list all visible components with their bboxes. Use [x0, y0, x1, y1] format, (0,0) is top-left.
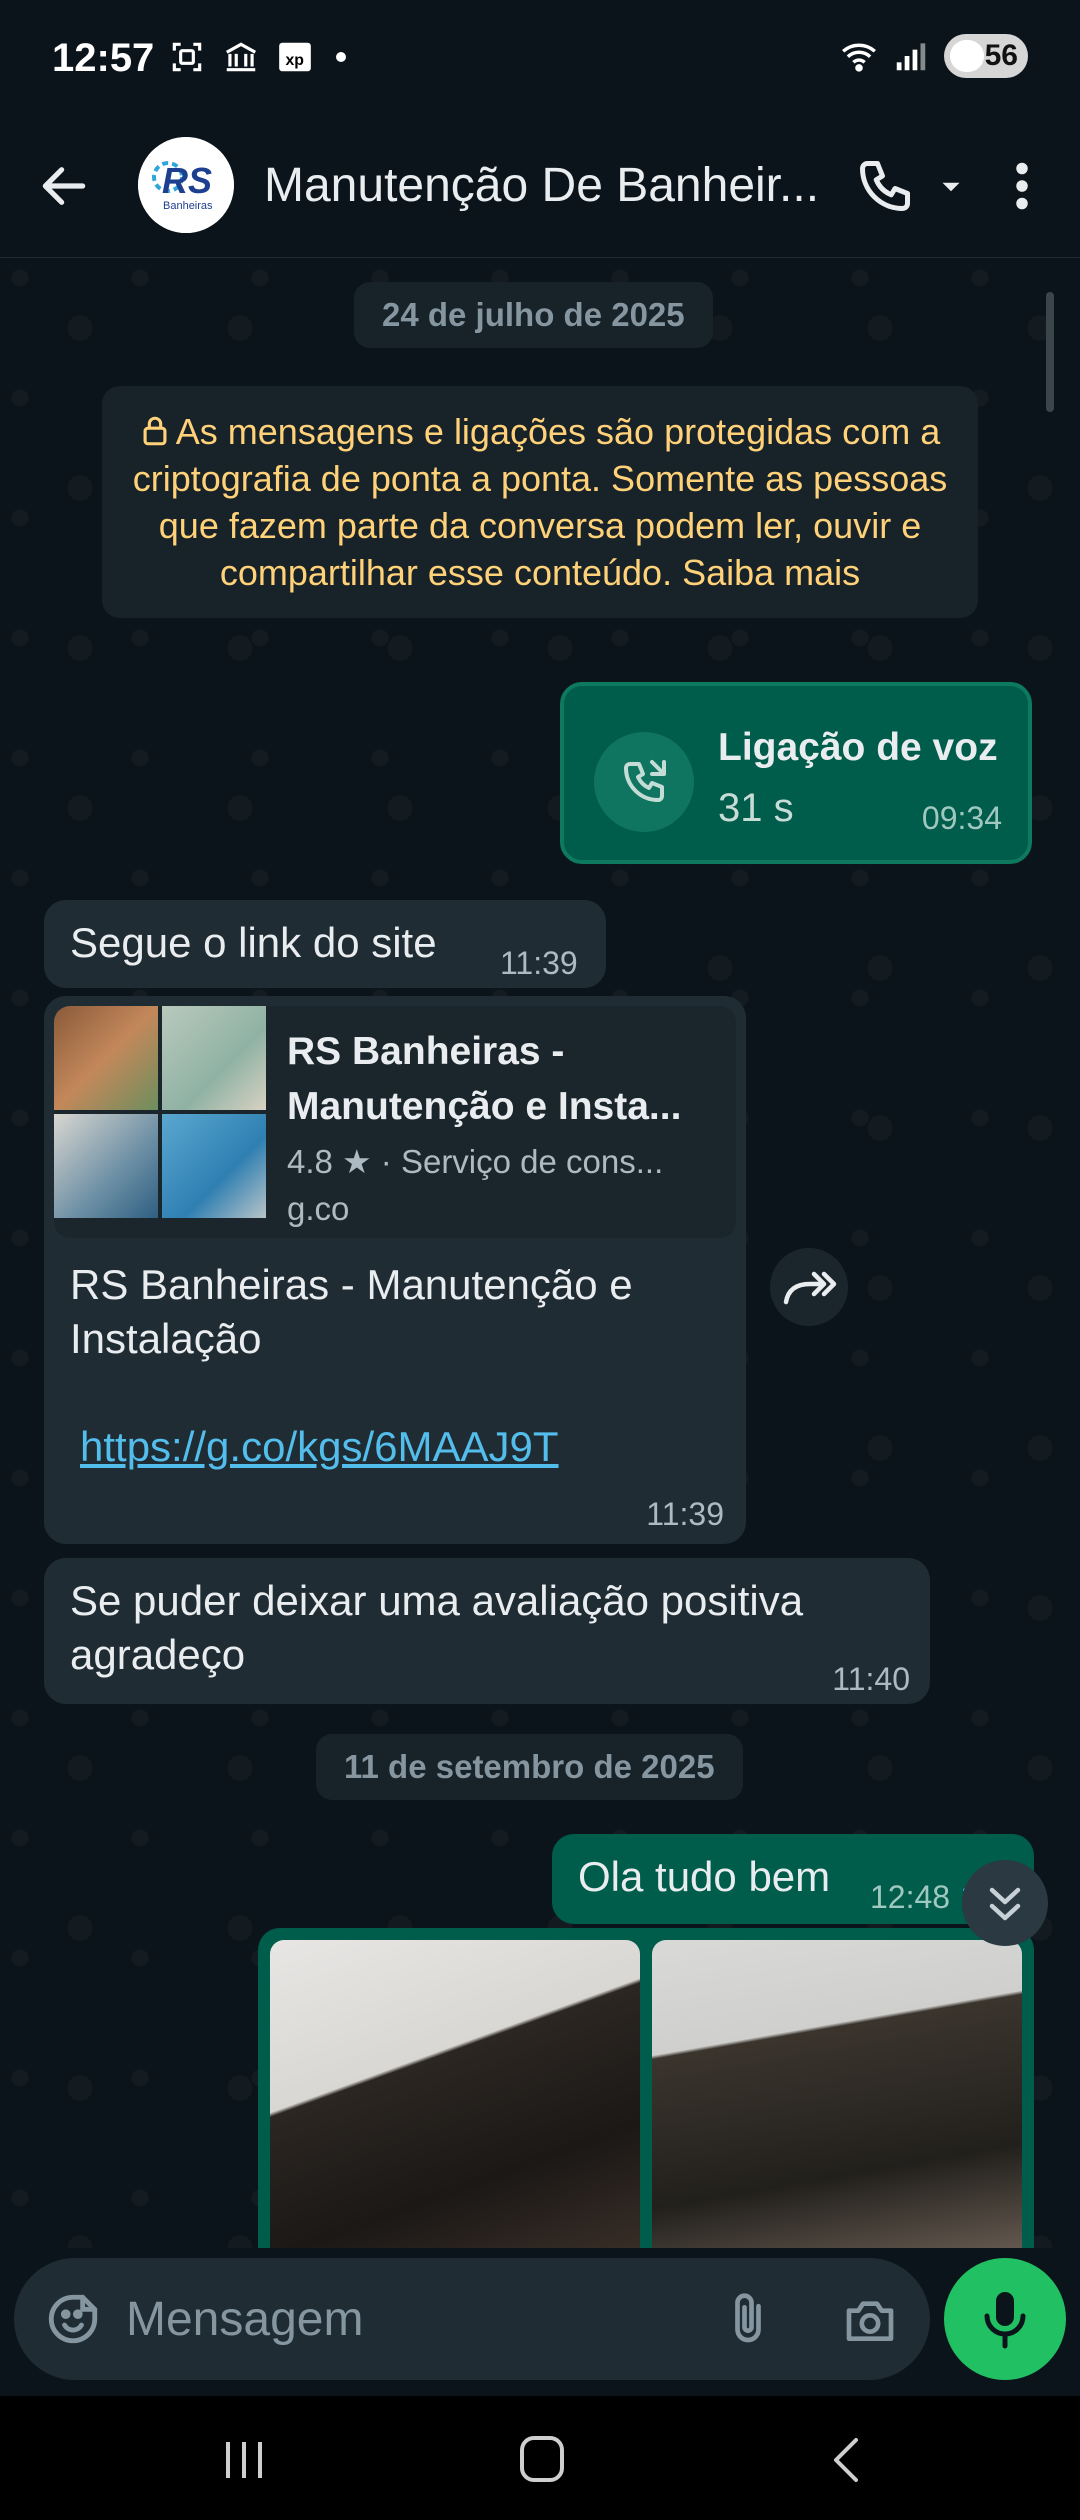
rs-logo-icon: RS Banheiras — [138, 137, 234, 233]
chat-messages[interactable]: 24 de julho de 2025 As mensagens e ligaç… — [0, 258, 1080, 2248]
photo-thumbnail[interactable] — [270, 1940, 640, 2248]
message-time: 11:40 — [832, 1661, 910, 1697]
message-line: agradeço — [70, 1631, 246, 1678]
message-text: Segue o link do site — [70, 919, 437, 966]
contact-name[interactable]: Manutenção De Banheir... — [264, 158, 834, 213]
message-text: Ola tudo bem — [578, 1853, 831, 1900]
svg-text:RS: RS — [162, 160, 212, 201]
incoming-message[interactable]: Segue o link do site 11:39 — [44, 900, 606, 988]
encryption-notice[interactable]: As mensagens e ligações são protegidas c… — [102, 386, 978, 618]
nav-back-icon[interactable] — [826, 2436, 866, 2484]
call-title: Ligação de voz — [718, 726, 998, 769]
date-separator: 24 de julho de 2025 — [354, 282, 713, 348]
system-navigation-bar — [0, 2396, 1080, 2520]
battery-indicator: 56 — [944, 34, 1028, 78]
status-system-icons: 56 — [840, 34, 1028, 78]
more-notifications-dot — [336, 52, 346, 62]
link-preview-title: RS Banheiras - Manutenção e Insta... — [287, 1024, 717, 1134]
contact-avatar[interactable]: RS Banheiras — [138, 137, 234, 233]
more-options-icon[interactable] — [1000, 156, 1044, 216]
link-preview-domain: g.co — [287, 1190, 350, 1227]
message-text: RS Banheiras - Manutenção e Instalação h… — [70, 1258, 710, 1474]
scrollbar[interactable] — [1046, 292, 1054, 412]
message-time: 09:34 — [921, 800, 1002, 836]
svg-text:Banheiras: Banheiras — [163, 200, 213, 212]
message-time: 11:39 — [646, 1496, 724, 1532]
svg-text:xp: xp — [286, 52, 305, 69]
photo-thumbnail[interactable] — [652, 1940, 1022, 2248]
forward-icon — [783, 1271, 837, 1305]
scroll-to-bottom-button[interactable] — [962, 1860, 1048, 1946]
voice-call-icon[interactable] — [855, 156, 915, 216]
chat-header: RS Banheiras Manutenção De Banheir... — [0, 120, 1080, 258]
message-placeholder: Mensagem — [126, 2293, 364, 2346]
battery-level: 56 — [984, 39, 1018, 72]
link-title-line: RS Banheiras - — [287, 1030, 565, 1073]
incoming-message[interactable]: Se puder deixar uma avaliação positiva a… — [44, 1558, 930, 1704]
encryption-notice-text: As mensagens e ligações são protegidas c… — [132, 411, 948, 593]
voice-message-button[interactable] — [944, 2258, 1066, 2380]
message-composer: Mensagem — [0, 2248, 1080, 2396]
message-line: RS Banheiras - Manutenção e — [70, 1261, 633, 1308]
sticker-emoji-icon[interactable] — [44, 2290, 102, 2348]
photo-album-message[interactable] — [258, 1928, 1034, 2248]
lock-icon — [143, 416, 167, 446]
message-time: 11:39 — [500, 945, 578, 981]
screenshot-icon — [172, 42, 202, 72]
voice-call-message[interactable]: Ligação de voz 31 s 09:34 — [560, 682, 1032, 864]
message-url-link[interactable]: https://g.co/kgs/6MAAJ9T — [80, 1423, 559, 1470]
status-bar: 12:57 xp 56 — [0, 0, 1080, 120]
link-preview-message[interactable]: RS Banheiras - Manutenção e Insta... 4.8… — [44, 996, 746, 1544]
status-notification-icons: xp — [168, 38, 346, 76]
xp-app-icon: xp — [279, 42, 311, 72]
link-preview-image — [54, 1006, 266, 1218]
wifi-icon — [842, 43, 876, 72]
status-time: 12:57 — [52, 36, 155, 80]
message-text: Se puder deixar uma avaliação positiva a… — [70, 1574, 803, 1682]
attach-icon[interactable] — [720, 2288, 776, 2350]
chevron-down-icon[interactable] — [934, 170, 968, 204]
back-arrow-icon[interactable] — [36, 158, 92, 214]
date-separator: 11 de setembro de 2025 — [316, 1734, 743, 1800]
link-preview-card[interactable]: RS Banheiras - Manutenção e Insta... 4.8… — [54, 1006, 736, 1238]
signal-icon — [896, 43, 926, 71]
double-chevron-down-icon — [989, 1887, 1021, 1921]
message-input[interactable]: Mensagem — [14, 2258, 930, 2380]
message-line: Instalação — [70, 1315, 262, 1362]
link-preview-subtitle: 4.8 ★ · Serviço de cons... — [287, 1143, 664, 1180]
home-button[interactable] — [520, 2436, 564, 2482]
message-line: Se puder deixar uma avaliação positiva — [70, 1577, 804, 1624]
camera-icon[interactable] — [840, 2292, 900, 2348]
forward-button[interactable] — [770, 1248, 848, 1326]
message-time: 12:48 — [870, 1879, 951, 1915]
recent-apps-icon[interactable] — [222, 2440, 268, 2480]
link-title-line: Manutenção e Insta... — [287, 1085, 682, 1128]
call-duration: 31 s — [718, 786, 794, 830]
call-log-icon — [594, 732, 694, 832]
bank-icon — [225, 42, 257, 72]
microphone-icon — [984, 2292, 1026, 2349]
